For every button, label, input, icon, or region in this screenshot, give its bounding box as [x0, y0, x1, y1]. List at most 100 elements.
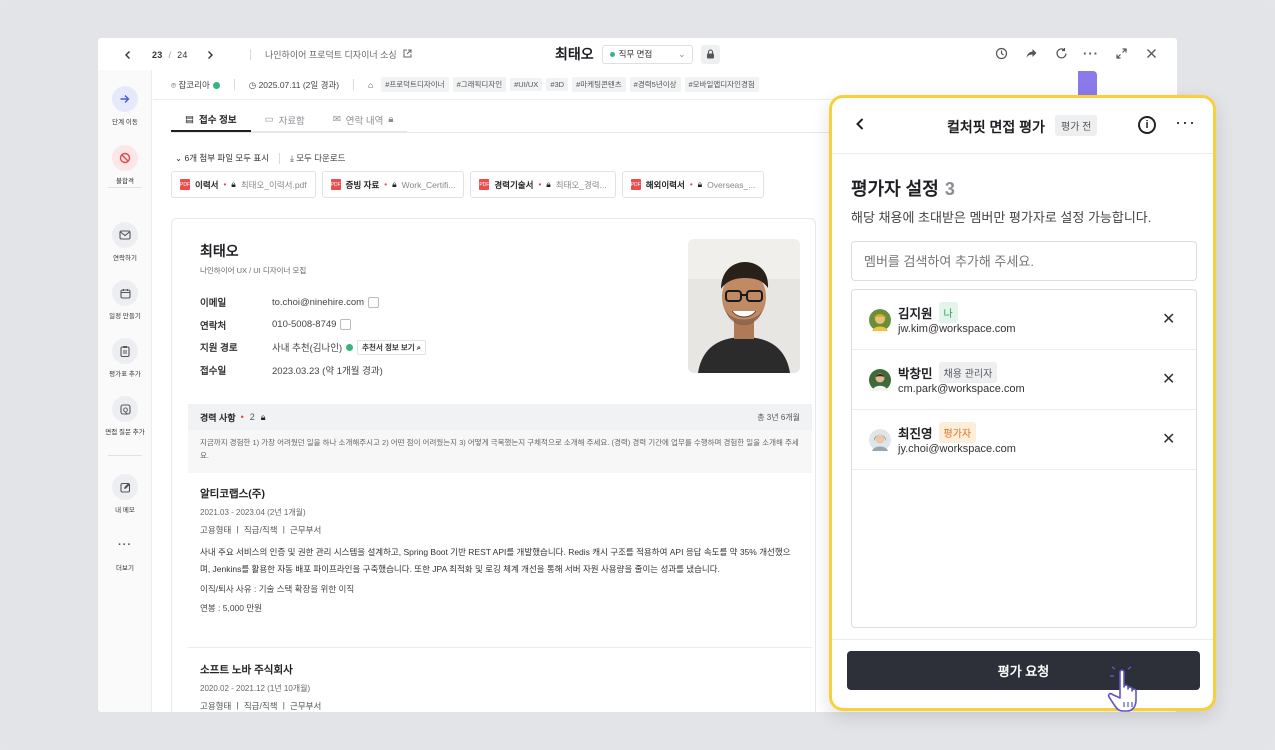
- company-name: 소프트 노바 주식회사: [200, 664, 293, 676]
- divider: [250, 49, 251, 60]
- career-meta: 고용형태 ㅣ 직급/직책 ㅣ 근무부서: [200, 525, 322, 535]
- phone-value[interactable]: 010-5008-8749: [272, 319, 336, 330]
- divider: [279, 152, 281, 164]
- share-icon[interactable]: [1023, 45, 1039, 61]
- section-title: 평가자 설정 3: [851, 175, 955, 201]
- copy-icon[interactable]: [340, 319, 352, 331]
- detail-key: 연락처: [200, 320, 227, 332]
- tab-label: 접수 정보: [198, 115, 237, 126]
- member-name: 최진영: [898, 427, 933, 441]
- close-icon[interactable]: [1143, 45, 1159, 61]
- pointer-hand-icon: [1106, 666, 1150, 716]
- sidebar-item-more[interactable]: ··· 더보기: [98, 532, 152, 572]
- copy-icon[interactable]: [368, 296, 380, 308]
- evaluator-list: 김지원 나 jw.kim@workspace.com ✕ 박창민 채용 관리자 cm…: [851, 289, 1197, 628]
- sidebar-item-move-stage[interactable]: 단계 이동: [98, 86, 152, 126]
- remove-icon[interactable]: ✕: [1162, 429, 1175, 449]
- sidebar-item-add-evaluation[interactable]: 평가표 추가: [98, 338, 152, 378]
- career-divider: [188, 647, 812, 648]
- content-tabs: ▤ 접수 정보 ▭ 자료함 ✉ 연락 내역 🔒︎: [171, 108, 408, 132]
- stage-dot: [609, 51, 615, 57]
- clock-icon: ◷: [248, 79, 257, 90]
- sidebar-divider: [108, 455, 142, 456]
- detail-row: 접수일 2023.03.23 (약 1개월 경과): [200, 359, 426, 382]
- required-dot: •: [538, 180, 542, 189]
- tag[interactable]: #그래픽디자인: [452, 77, 507, 92]
- file-title: 증빙 자료: [345, 179, 380, 190]
- sidebar-item-memo[interactable]: 내 메모: [98, 474, 152, 514]
- breadcrumb[interactable]: 나인하이어 프로덕트 디자이너 소싱: [265, 48, 397, 61]
- tab-contact-history[interactable]: ✉ 연락 내역 🔒︎: [318, 108, 408, 132]
- chevron-left-icon[interactable]: [120, 47, 136, 63]
- sidebar-item-label: 내 메모: [115, 507, 135, 514]
- career-title: 경력 사항: [200, 412, 236, 423]
- evaluator-count: 3: [944, 179, 955, 199]
- tag[interactable]: #UI/UX: [510, 78, 543, 91]
- career-period: 2021.03 - 2023.04 (2년 1개월): [200, 508, 306, 517]
- source-label: 잡코리아: [178, 79, 210, 90]
- lock-icon: 🔒︎: [231, 179, 236, 189]
- lock-icon[interactable]: [701, 44, 721, 64]
- tab-underline: [171, 132, 871, 133]
- candidate-name-title: 최태오: [555, 46, 594, 62]
- avatar: [869, 369, 891, 391]
- applied-date: ◷ 2025.07.11 (2일 경과): [249, 79, 339, 91]
- page-total: 24: [177, 50, 188, 60]
- external-link-icon[interactable]: [403, 49, 412, 60]
- show-all-files-toggle[interactable]: ⌄ 6개 첨부 파일 모두 표시: [175, 152, 269, 164]
- tag[interactable]: #프로덕트디자이너: [381, 77, 449, 92]
- lock-icon: 🔒︎: [388, 114, 394, 125]
- sidebar-item-label: 평가표 추가: [109, 371, 141, 378]
- panel-title: 컬처핏 면접 평가: [947, 119, 1045, 135]
- expand-icon[interactable]: [1113, 45, 1129, 61]
- required-dot: •: [240, 412, 244, 422]
- action-sidebar: 단계 이동 불합격 연락하기 일정 만들기 평가표 추가 Q 면접 질문 추가 …: [98, 70, 152, 712]
- detail-key: 이메일: [200, 298, 227, 310]
- ban-icon: [112, 145, 138, 171]
- more-icon[interactable]: ···: [1175, 112, 1196, 133]
- career-count: 2: [249, 412, 255, 422]
- info-icon[interactable]: i: [1138, 116, 1156, 134]
- file-chip[interactable]: PDF 이력서 • 🔒︎ 최태오_이력서.pdf: [171, 171, 316, 198]
- chevron-right-icon[interactable]: [202, 47, 218, 63]
- tag[interactable]: #모바일앱디자인경험: [684, 77, 759, 92]
- member-name: 김지원: [898, 307, 933, 321]
- file-chip[interactable]: PDF 경력기술서 • 🔒︎ 최태오_경력...: [470, 171, 616, 198]
- pdf-icon: PDF: [180, 179, 190, 190]
- file-title: 해외이력서: [645, 179, 685, 190]
- email-value[interactable]: to.choi@ninehire.com: [272, 297, 364, 308]
- svg-text:Q: Q: [122, 407, 127, 414]
- sidebar-item-contact[interactable]: 연락하기: [98, 222, 152, 262]
- chevron-down-icon: ⌄: [175, 153, 183, 163]
- section-title-label: 평가자 설정: [851, 179, 939, 199]
- pdf-icon: PDF: [330, 179, 341, 190]
- refresh-icon[interactable]: [1053, 45, 1069, 61]
- stage-dropdown[interactable]: 직무 면접 ⌄: [601, 44, 694, 64]
- tag[interactable]: #마케팅콘텐츠: [572, 77, 626, 92]
- tab-files[interactable]: ▭ 자료함: [250, 108, 319, 132]
- tab-application-info[interactable]: ▤ 접수 정보: [171, 108, 251, 132]
- file-chip[interactable]: PDF 해외이력서 • 🔒︎ Overseas_...: [621, 171, 765, 198]
- file-chip[interactable]: PDF 증빙 자료 • 🔒︎ Work_Certifi...: [321, 171, 465, 198]
- referral-button[interactable]: 추천서 정보 보기 ⌕: [357, 339, 426, 355]
- document-icon: ▤: [185, 113, 194, 125]
- history-icon[interactable]: [993, 45, 1009, 61]
- sidebar-item-schedule[interactable]: 일정 만들기: [98, 280, 152, 320]
- sidebar-item-add-question[interactable]: Q 면접 질문 추가: [98, 396, 152, 436]
- toggle-label: 6개 첨부 파일 모두 표시: [184, 153, 270, 163]
- remove-icon[interactable]: ✕: [1162, 369, 1175, 389]
- remove-icon[interactable]: ✕: [1162, 309, 1175, 329]
- detail-row: 지원 경로 사내 추천(김나인) 추천서 정보 보기 ⌕: [200, 336, 426, 359]
- lock-icon: 🔒︎: [697, 179, 703, 189]
- location-icon: ⌾: [171, 79, 177, 90]
- download-all-button[interactable]: ⤓ 모두 다운로드: [290, 152, 345, 164]
- question-icon: Q: [112, 396, 138, 422]
- download-label: 모두 다운로드: [296, 153, 346, 163]
- sidebar-item-reject[interactable]: 불합격: [98, 145, 152, 185]
- tag[interactable]: #경력5년이상: [629, 77, 681, 92]
- back-icon[interactable]: [854, 116, 866, 137]
- tag[interactable]: #3D: [546, 78, 569, 91]
- member-search-input[interactable]: [851, 241, 1197, 281]
- list-item: 박창민 채용 관리자 cm.park@workspace.com ✕: [852, 350, 1196, 410]
- more-icon[interactable]: ···: [1083, 45, 1099, 61]
